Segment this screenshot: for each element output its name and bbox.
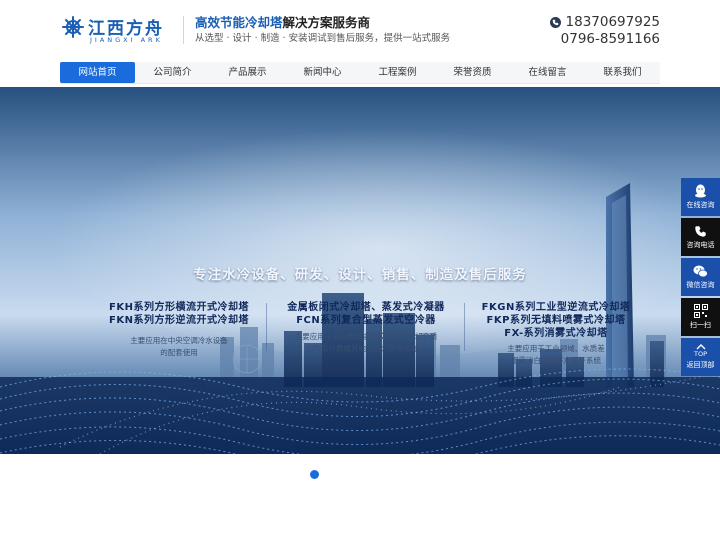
slogan-rest: 解决方案服务商: [282, 15, 371, 30]
contact-info: 18370697925 0796-8591166: [549, 14, 660, 48]
logo-subtext: JIANGXI ARK: [90, 36, 163, 44]
banner-headline: 专注水冷设备、研发、设计、销售、制造及售后服务: [193, 267, 527, 283]
product-note: 主要应用于对水质要求比较高以及冷却介质: [294, 332, 438, 341]
hero-banner[interactable]: 专注水冷设备、研发、设计、销售、制造及售后服务 FKH系列方形横流开式冷却塔 F…: [0, 87, 720, 454]
phone-consult-button[interactable]: 咨询电话: [681, 218, 720, 256]
sidebar-label: 微信咨询: [686, 280, 715, 289]
phone-icon: [695, 225, 706, 237]
product-column-3: FKGN系列工业型逆流式冷却塔 FKP系列无填料喷雾式冷却塔 FX-系列消雾式冷…: [474, 301, 638, 367]
main-nav: 网站首页 公司简介 产品展示 新闻中心 工程案例 荣誉资质 在线留言 联系我们: [60, 62, 660, 84]
online-consult-button[interactable]: 在线咨询: [681, 178, 720, 216]
wechat-consult-button[interactable]: 微信咨询: [681, 258, 720, 296]
nav-item-contact[interactable]: 联系我们: [585, 62, 660, 83]
column-divider: [266, 303, 267, 351]
slogan-highlight: 高效节能冷却塔: [195, 15, 283, 30]
tel-number[interactable]: 0796-8591166: [550, 31, 660, 48]
nav-item-news[interactable]: 新闻中心: [285, 62, 360, 83]
product-line: FKH系列方形横流开式冷却塔: [109, 302, 249, 313]
product-line: FKGN系列工业型逆流式冷却塔: [481, 302, 631, 313]
nav-item-cases[interactable]: 工程案例: [360, 62, 435, 83]
slogan: 高效节能冷却塔解决方案服务商 从选型 · 设计 · 制造 · 安装调试到售后服务…: [195, 14, 450, 47]
column-divider: [464, 303, 465, 351]
wechat-icon: [693, 265, 708, 277]
product-note: 烟雾消白等循环水循环系统: [511, 356, 601, 365]
header-divider: [183, 16, 184, 44]
logo[interactable]: 江西方舟 JIANGXI ARK: [62, 12, 182, 48]
top-text: TOP: [693, 350, 707, 358]
slogan-title: 高效节能冷却塔解决方案服务商: [195, 14, 450, 31]
product-line: FKP系列无填料喷雾式冷却塔: [486, 315, 626, 326]
product-note: 的配套使用: [160, 348, 198, 357]
sidebar-label: 扫一扫: [690, 321, 711, 329]
carousel-indicators: [0, 470, 720, 480]
product-line: FCN系列复合型蒸发式空冷器: [296, 315, 436, 326]
back-to-top-button[interactable]: TOP 返回顶部: [681, 338, 720, 376]
product-column-1: FKH系列方形横流开式冷却塔 FKN系列方形逆流开式冷却塔 主要应用在中央空调冷…: [98, 301, 260, 359]
carousel-dot[interactable]: [309, 470, 319, 479]
phone-icon: [549, 17, 561, 28]
mobile-row: 18370697925: [549, 14, 660, 31]
floating-sidebar: 在线咨询 咨询电话 微信咨询 扫一扫 TOP 返回顶部: [681, 178, 720, 378]
qq-icon: [695, 184, 706, 198]
nav-item-honors[interactable]: 荣誉资质: [435, 62, 510, 83]
product-line: FX-系列消雾式冷却塔: [504, 328, 608, 339]
scan-qrcode-button[interactable]: 扫一扫: [681, 298, 720, 336]
nav-item-message[interactable]: 在线留言: [510, 62, 585, 83]
product-note: 为气态介质或其他液态介质等领域。: [306, 344, 426, 353]
slogan-subtitle: 从选型 · 设计 · 制造 · 安装调试到售后服务，提供一站式服务: [195, 33, 451, 44]
sidebar-label: 在线咨询: [686, 201, 715, 209]
nav-item-products[interactable]: 产品展示: [210, 62, 285, 83]
sidebar-label: 咨询电话: [686, 240, 715, 249]
nav-item-home[interactable]: 网站首页: [60, 62, 135, 83]
nav-item-about[interactable]: 公司简介: [135, 62, 210, 83]
product-line: 金属板闭式冷却塔、蒸发式冷凝器: [287, 302, 445, 313]
product-note: 主要应用于工业领域、水质差: [507, 344, 605, 353]
product-line: FKN系列方形逆流开式冷却塔: [109, 315, 249, 326]
mobile-number[interactable]: 18370697925: [566, 14, 660, 31]
sidebar-label: 返回顶部: [686, 361, 715, 369]
ship-wheel-icon: [62, 16, 84, 38]
product-column-2: 金属板闭式冷却塔、蒸发式冷凝器 FCN系列复合型蒸发式空冷器 主要应用于对水质要…: [278, 301, 454, 355]
product-note: 主要应用在中央空调冷水设备: [130, 336, 228, 345]
site-header: 江西方舟 JIANGXI ARK 高效节能冷却塔解决方案服务商 从选型 · 设计…: [0, 0, 720, 62]
qrcode-icon: [693, 304, 708, 318]
